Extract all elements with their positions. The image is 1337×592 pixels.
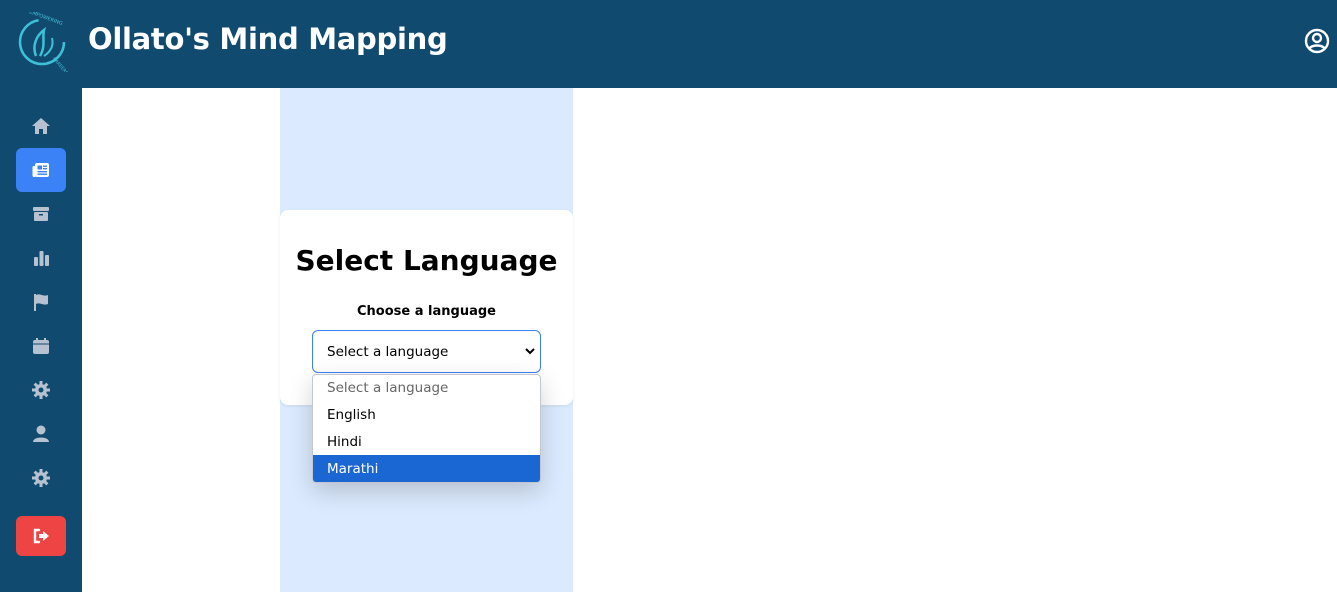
sidebar-item-settings-2[interactable] [16, 456, 66, 500]
user-profile-button[interactable] [1303, 27, 1331, 55]
language-option[interactable]: Select a language [313, 375, 540, 402]
sidebar-item-profile[interactable] [16, 412, 66, 456]
logout-icon [33, 528, 49, 544]
sidebar-item-settings[interactable] [16, 368, 66, 412]
top-bar: EMPOWERING CAREERS Ollato's Mind Mapping [0, 0, 1337, 88]
logout-button[interactable] [16, 516, 66, 556]
calendar-icon [33, 338, 49, 354]
language-option[interactable]: Hindi [313, 429, 540, 456]
flag-icon [34, 294, 48, 311]
language-select-value: Select a language [327, 343, 449, 360]
bar-chart-icon [34, 251, 49, 266]
language-option[interactable]: English [313, 402, 540, 429]
sidebar-item-analytics[interactable] [16, 236, 66, 280]
sidebar-item-flag[interactable] [16, 280, 66, 324]
user-circle-icon [1304, 28, 1330, 54]
language-label: Choose a language [357, 304, 496, 319]
box-icon [33, 207, 49, 221]
sidebar [0, 88, 82, 592]
svg-text:EMPOWERING: EMPOWERING [28, 12, 63, 27]
logo-icon: EMPOWERING CAREERS [18, 9, 69, 76]
card-title: Select Language [295, 244, 558, 277]
user-icon [33, 425, 49, 442]
sidebar-item-home[interactable] [16, 104, 66, 148]
home-icon [32, 118, 50, 134]
language-select[interactable]: Select a language [312, 330, 541, 373]
sidebar-item-calendar[interactable] [16, 324, 66, 368]
app-title: Ollato's Mind Mapping [88, 22, 448, 56]
gear-icon [32, 469, 50, 487]
chevron-down-icon [525, 348, 535, 355]
newspaper-icon [32, 163, 49, 177]
language-dropdown: Select a language English Hindi Marathi [312, 374, 541, 483]
sidebar-item-box[interactable] [16, 192, 66, 236]
sidebar-item-news[interactable] [16, 148, 66, 192]
svg-text:CAREERS: CAREERS [51, 56, 69, 72]
app-logo[interactable]: EMPOWERING CAREERS [14, 9, 74, 76]
gear-icon [32, 381, 50, 399]
language-option[interactable]: Marathi [313, 455, 540, 482]
